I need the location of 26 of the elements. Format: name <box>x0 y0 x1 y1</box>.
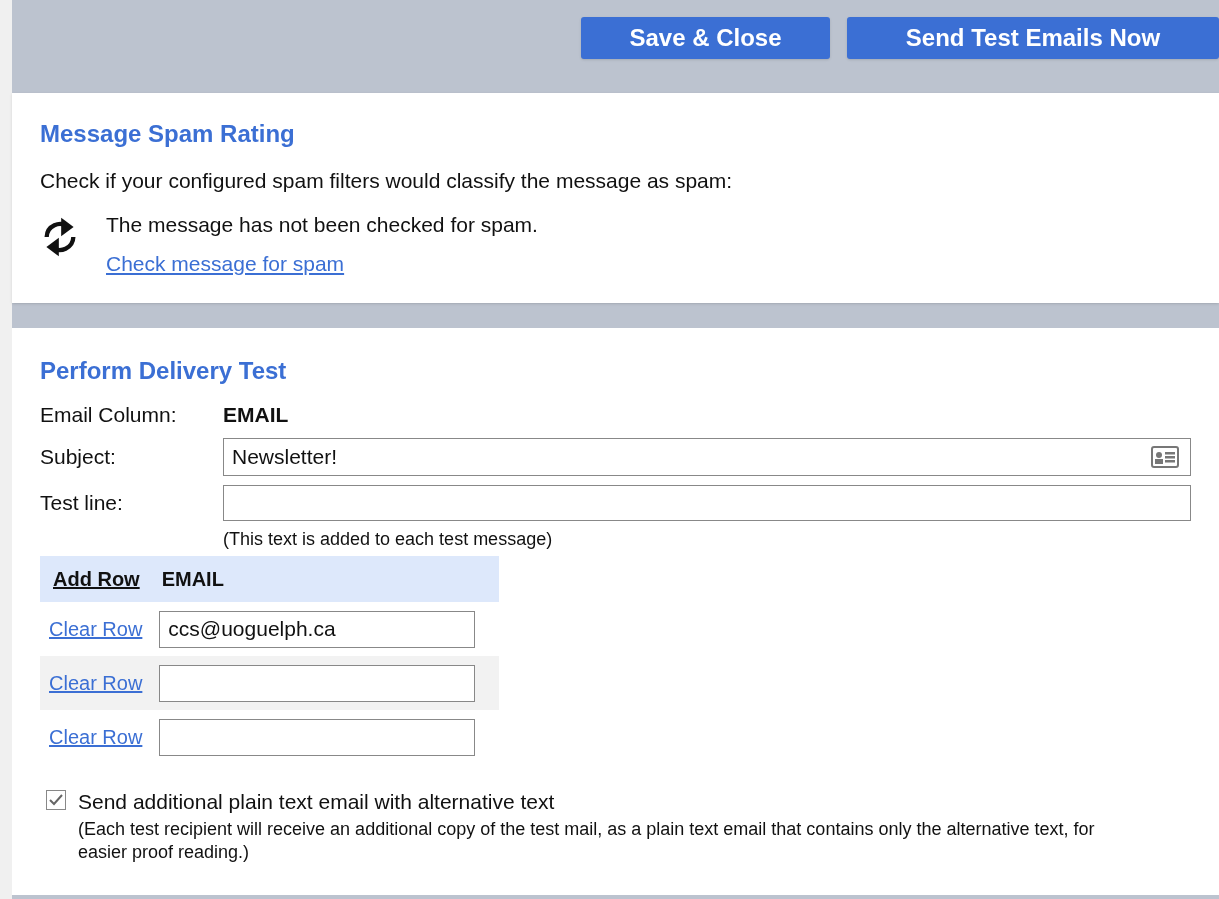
clear-row-link[interactable]: Clear Row <box>49 668 143 698</box>
field-label: Subject: <box>40 444 117 471</box>
contact-card-icon[interactable] <box>1151 446 1179 468</box>
toolbar-button[interactable]: Send Test Emails Now <box>847 17 1219 59</box>
email-field[interactable]: ccs@uoguelph.ca <box>159 610 476 648</box>
clear-row-link[interactable]: Clear Row <box>49 614 143 644</box>
subject-field[interactable]: Newsletter! <box>223 438 1191 476</box>
toolbar-button[interactable]: Save & Close <box>581 17 830 59</box>
test-line-field[interactable] <box>223 485 1191 521</box>
email-field[interactable] <box>159 718 476 756</box>
email-field[interactable] <box>159 664 476 702</box>
status-text: The message has not been checked for spam. <box>106 211 538 238</box>
clear-row-link[interactable]: Clear Row <box>49 722 143 752</box>
checkbox[interactable] <box>46 790 66 810</box>
panel-title: Message Spam Rating <box>40 119 296 149</box>
email-column-value: EMAIL <box>223 402 289 429</box>
note-text: (Each test recipient will receive an additional copy of the test mail, as a plain text email that contains only the alternative text, for easier proof reading.) <box>78 817 1096 864</box>
check-spam-link[interactable]: Check message for spam <box>106 248 538 280</box>
add-row-link[interactable]: Add Row <box>53 564 140 594</box>
field-label: Email Column: <box>40 402 178 429</box>
hint-text: (This text is added to each test message) <box>223 529 553 549</box>
panel-title: Perform Delivery Test <box>40 356 288 386</box>
checkbox-label: Send additional plain text email with alternative text <box>78 789 556 815</box>
column-header: EMAIL <box>161 567 224 592</box>
field-label: Test line: <box>40 490 124 517</box>
description-text: Check if your configured spam filters would classify the message as spam: <box>40 168 734 194</box>
